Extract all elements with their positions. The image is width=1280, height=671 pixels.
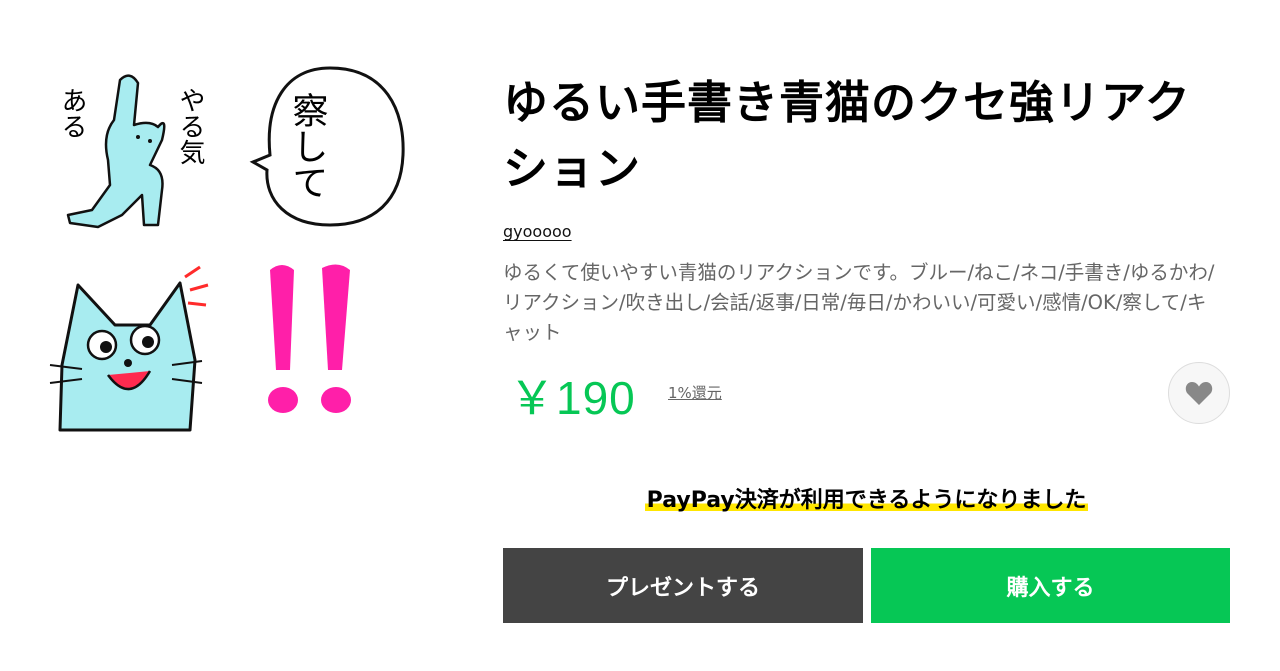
buy-button[interactable]: 購入する — [871, 548, 1230, 623]
product-price: ￥190 — [509, 372, 636, 424]
author-link[interactable]: gyooooo — [503, 222, 572, 241]
paypay-notice-text: PayPay決済が利用できるようになりました — [644, 488, 1089, 513]
favorite-button[interactable] — [1168, 362, 1230, 424]
product-info: ゆるい手書き青猫のクセ強リアクション gyooooo ゆるくて使いやすい青猫のリ… — [503, 70, 1233, 424]
double-exclamation-sticker — [260, 260, 370, 425]
paypay-notice: PayPay決済が利用できるようになりました — [503, 482, 1230, 514]
product-description: ゆるくて使いやすい青猫のリアクションです。ブルー/ねこ/ネコ/手書き/ゆるかわ/… — [503, 261, 1215, 344]
product-title: ゆるい手書き青猫のクセ強リアクション — [503, 76, 1191, 195]
gift-button[interactable]: プレゼントする — [503, 548, 863, 623]
sticker-preview-grid: ある やる気 察して — [40, 60, 440, 440]
sticker-bubble-text: 察して — [287, 92, 328, 200]
laughing-cat-sticker — [40, 265, 210, 435]
speech-bubble-sticker: 察して — [245, 60, 415, 235]
stretching-cat-sticker: ある やる気 — [50, 65, 220, 235]
sticker-text-left: ある — [57, 87, 87, 139]
cashback-link[interactable]: 1%還元 — [668, 382, 722, 403]
sticker-text-right: やる気 — [175, 87, 205, 165]
heart-icon — [1185, 382, 1213, 405]
price-row: ￥190 1%還元 — [503, 362, 1233, 424]
